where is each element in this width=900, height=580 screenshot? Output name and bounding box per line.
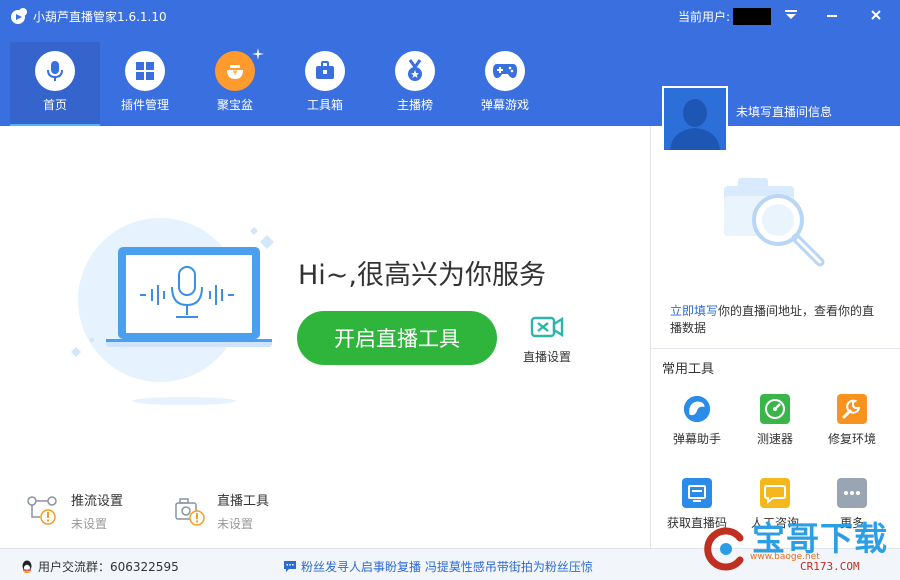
sparkle-icon bbox=[252, 48, 264, 60]
gamepad-icon bbox=[485, 51, 525, 91]
laptop-microphone-illustration bbox=[71, 218, 274, 405]
qq-penguin-icon bbox=[22, 560, 32, 573]
app-logo-icon bbox=[11, 8, 27, 24]
live-tool-status: 未设置 bbox=[217, 517, 254, 531]
watermark-logo-icon bbox=[704, 527, 744, 571]
message-icon bbox=[284, 561, 296, 572]
user-silhouette-icon bbox=[664, 88, 726, 150]
nav-label: 弹幕游戏 bbox=[480, 98, 529, 112]
search-folder-illustration bbox=[724, 178, 825, 267]
close-button[interactable] bbox=[863, 4, 889, 26]
tool-label: 测速器 bbox=[756, 432, 793, 446]
nav-ranking[interactable]: 主播榜 bbox=[370, 42, 460, 126]
live-settings-button[interactable] bbox=[529, 314, 565, 343]
stream-settings-item[interactable]: 推流设置 未设置 bbox=[71, 490, 123, 532]
minimize-button[interactable] bbox=[819, 4, 845, 26]
nav-label: 主播榜 bbox=[396, 98, 433, 112]
chat-bubble-icon bbox=[760, 478, 790, 508]
room-info-label[interactable]: 未填写直播间信息 bbox=[736, 103, 832, 120]
fill-room-info-text: 立即填写你的直播间地址，查看你的直播数据 bbox=[670, 303, 885, 337]
tool-label: 修复环境 bbox=[827, 432, 876, 446]
nav-danmaku-games[interactable]: 弹幕游戏 bbox=[460, 42, 550, 126]
title-bar: 小葫芦直播管家1.6.1.10 当前用户: bbox=[0, 0, 900, 32]
menu-dropdown-button[interactable] bbox=[778, 4, 804, 26]
nav-toolbox[interactable]: 工具箱 bbox=[280, 42, 370, 126]
more-dots-icon bbox=[837, 478, 867, 508]
nav-treasure[interactable]: ¥ 聚宝盆 bbox=[190, 42, 280, 126]
minimize-icon bbox=[827, 15, 837, 17]
current-user-value[interactable] bbox=[733, 8, 771, 25]
stream-flow-icon bbox=[27, 496, 57, 525]
nav-label: 首页 bbox=[42, 98, 67, 112]
danmaku-assistant-icon bbox=[682, 394, 712, 424]
nav-home[interactable]: 首页 bbox=[10, 42, 100, 126]
news-text: 粉丝发寻人启事盼复播 冯提莫性感吊带街拍为粉丝压惊 bbox=[301, 560, 593, 574]
nav-label: 聚宝盆 bbox=[216, 98, 253, 112]
start-live-tool-button[interactable]: 开启直播工具 bbox=[297, 311, 497, 365]
nav-label: 工具箱 bbox=[306, 98, 343, 112]
live-settings-label[interactable]: 直播设置 bbox=[523, 348, 571, 365]
news-ticker[interactable]: 粉丝发寻人启事盼复播 冯提莫性感吊带街拍为粉丝压惊 bbox=[283, 558, 593, 575]
stream-settings-title: 推流设置 bbox=[71, 494, 124, 509]
avatar-image bbox=[664, 88, 726, 150]
common-tools-title: 常用工具 bbox=[662, 362, 715, 377]
stream-settings-status: 未设置 bbox=[71, 517, 108, 531]
tool-repair-env[interactable]: 修复环境 bbox=[816, 394, 888, 447]
avatar[interactable] bbox=[662, 86, 728, 152]
stream-code-icon bbox=[682, 478, 712, 508]
live-tool-title: 直播工具 bbox=[217, 494, 270, 509]
tool-label: 弹幕助手 bbox=[672, 432, 721, 446]
treasure-bowl-icon: ¥ bbox=[215, 51, 255, 91]
nav-label: 插件管理 bbox=[120, 98, 169, 112]
wrench-icon bbox=[837, 394, 867, 424]
greeting-text: Hi~,很高兴为你服务 bbox=[298, 260, 547, 291]
right-divider bbox=[651, 348, 900, 349]
main-nav: 首页 插件管理 ¥ 聚宝盆 工具箱 主播榜 弹幕游戏 bbox=[10, 42, 550, 126]
close-icon bbox=[871, 10, 881, 20]
tool-danmaku-assistant[interactable]: 弹幕助手 bbox=[661, 394, 733, 447]
toolbox-icon bbox=[305, 51, 345, 91]
speedometer-icon bbox=[760, 394, 790, 424]
medal-ranking-icon bbox=[395, 51, 435, 91]
plugin-blocks-icon bbox=[125, 51, 165, 91]
app-title: 小葫芦直播管家1.6.1.10 bbox=[33, 10, 167, 24]
user-group-info[interactable]: 用户交流群：606322595 bbox=[20, 558, 179, 575]
nav-plugins[interactable]: 插件管理 bbox=[100, 42, 190, 126]
menu-icon bbox=[785, 10, 797, 19]
tool-speed-test[interactable]: 测速器 bbox=[739, 394, 811, 447]
live-tool-item[interactable]: 直播工具 未设置 bbox=[217, 490, 269, 532]
user-group-text: 用户交流群：606322595 bbox=[38, 560, 179, 574]
fill-now-link[interactable]: 立即填写 bbox=[670, 304, 718, 318]
current-user-label: 当前用户: bbox=[678, 10, 731, 24]
watermark: 宝哥下载 www.baoge.net CR173.COM bbox=[680, 512, 900, 580]
live-settings-icon bbox=[530, 316, 564, 338]
camera-warning-icon bbox=[175, 498, 205, 526]
watermark-brand-text: CR173.COM bbox=[800, 560, 860, 573]
microphone-icon bbox=[35, 51, 75, 91]
svg-text:¥: ¥ bbox=[232, 68, 237, 77]
